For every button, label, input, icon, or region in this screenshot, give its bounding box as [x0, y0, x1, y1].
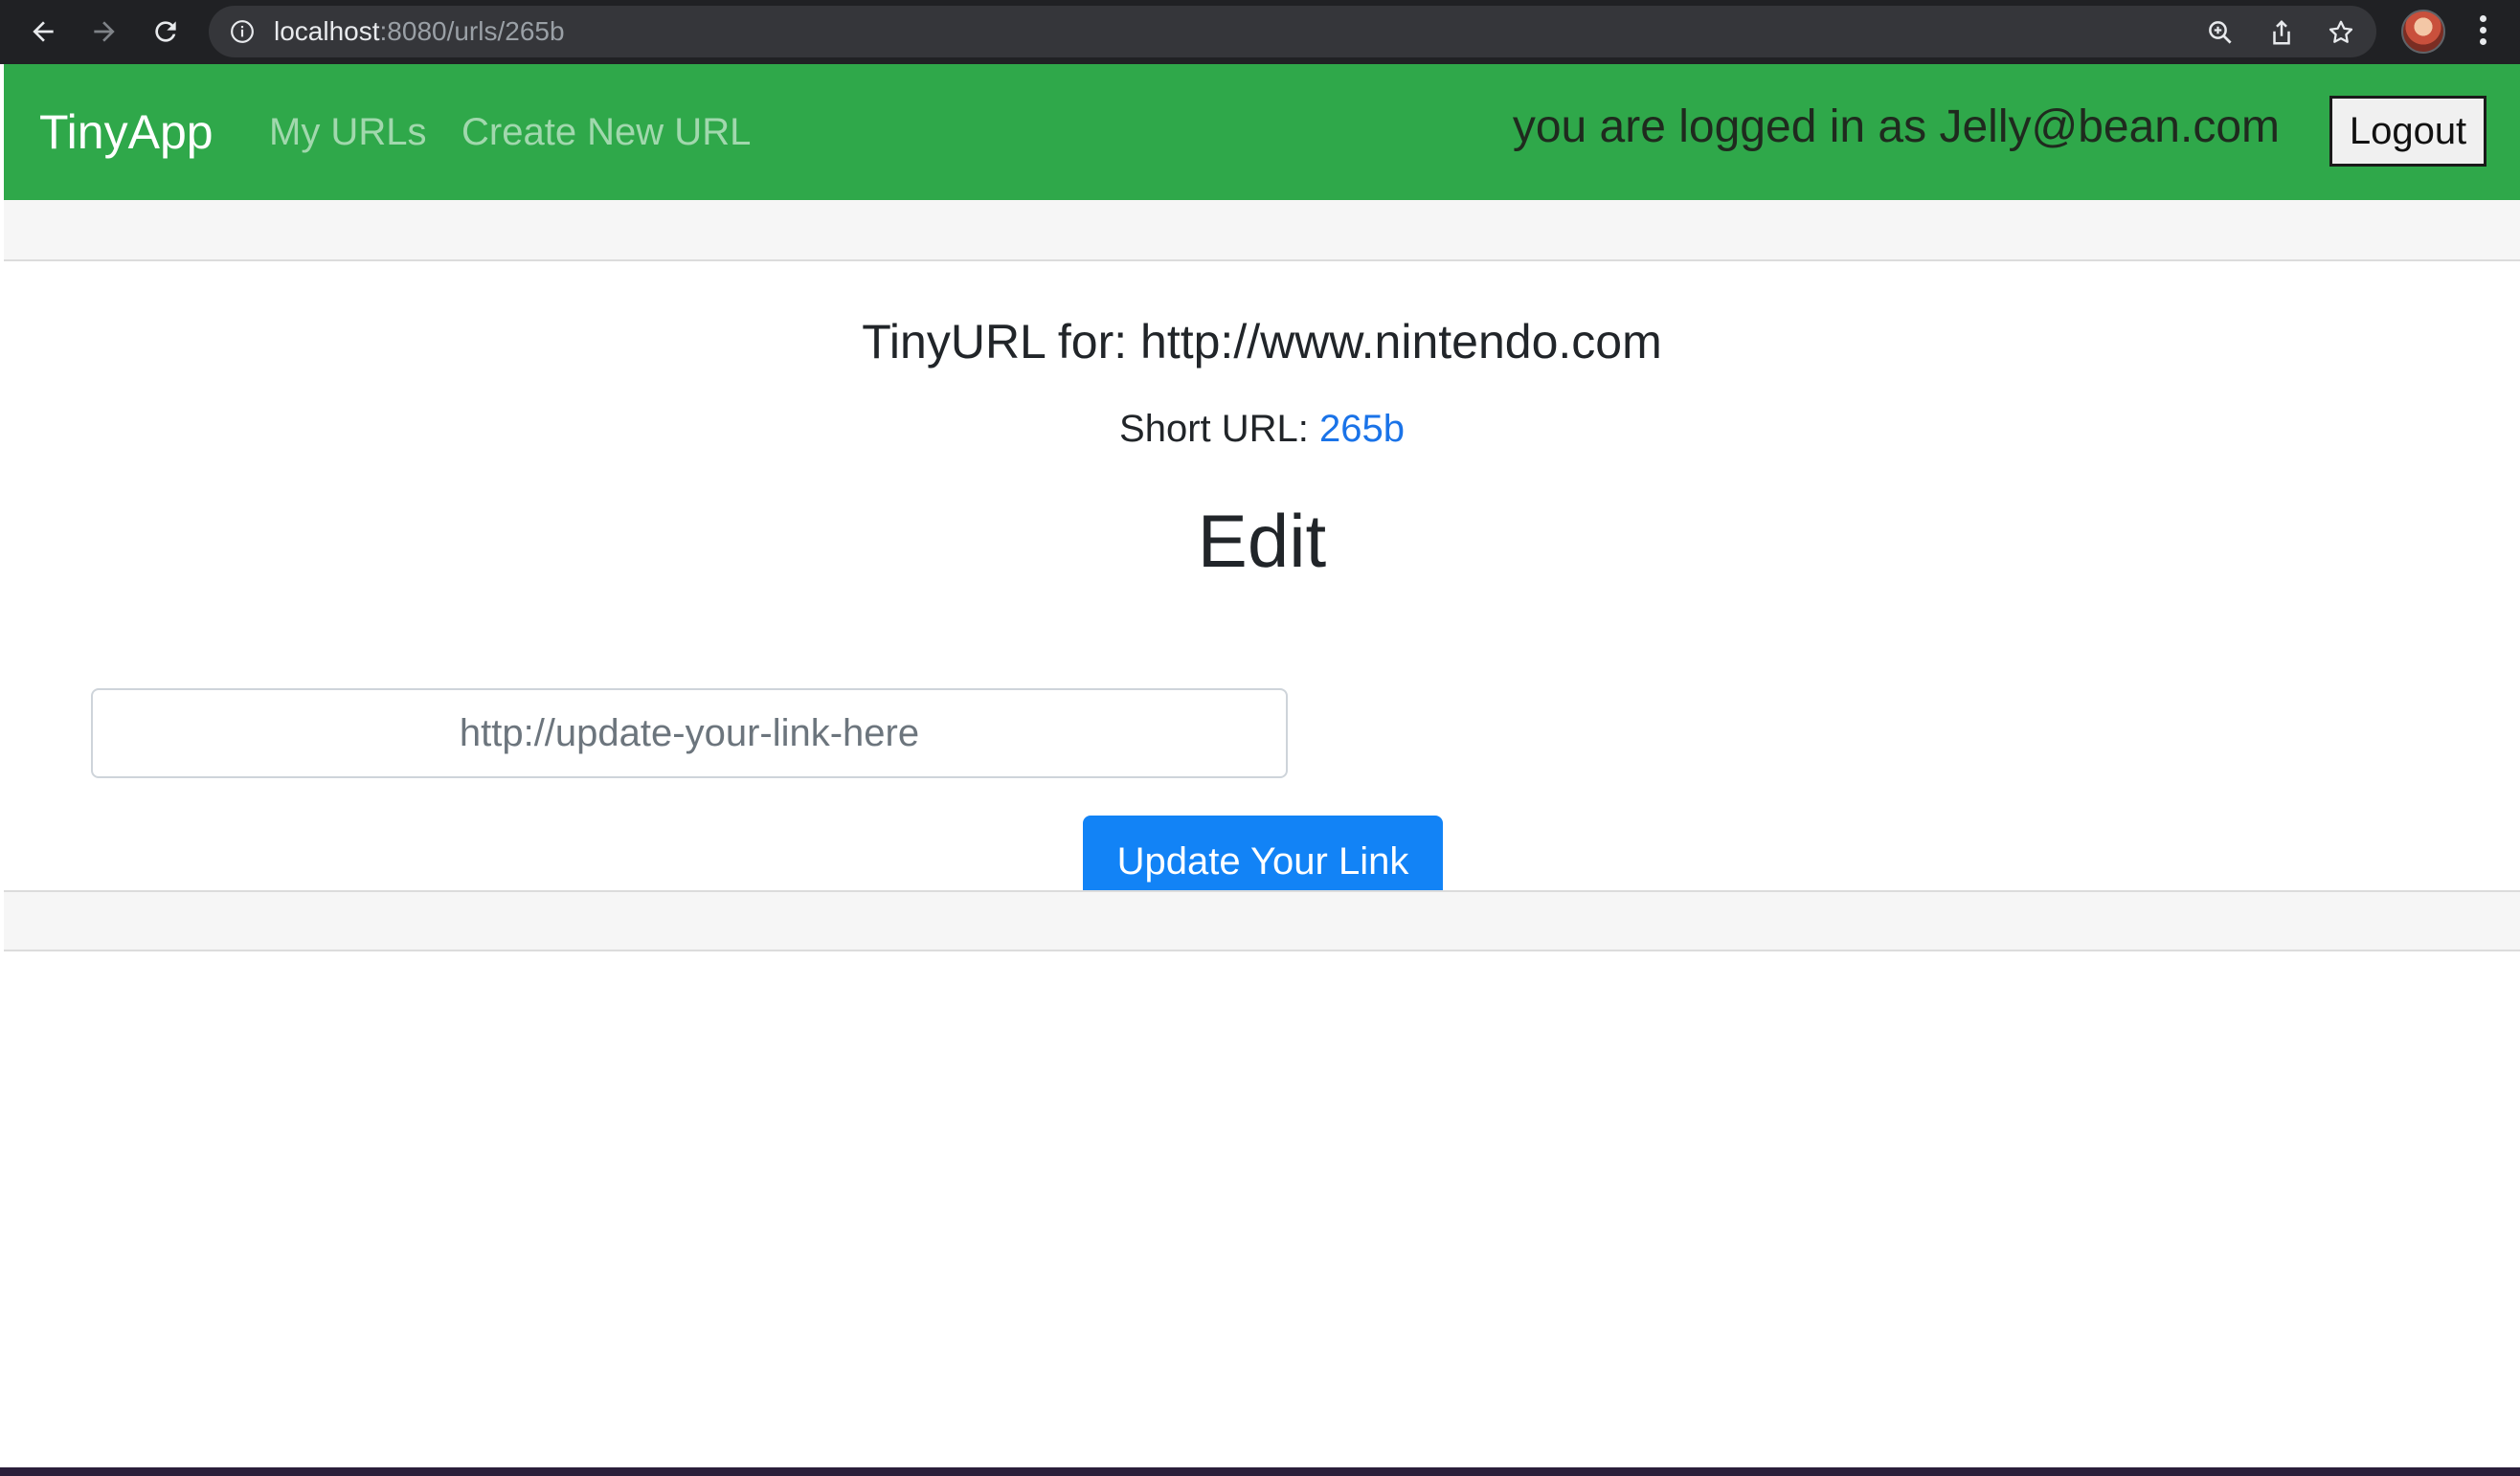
- page: TinyApp My URLs Create New URL you are l…: [4, 64, 2520, 1467]
- nav-my-urls[interactable]: My URLs: [269, 112, 426, 152]
- address-url: localhost:8080/urls/265b: [274, 18, 565, 45]
- profile-avatar[interactable]: [2401, 10, 2445, 54]
- edit-card: TinyURL for: http://www.nintendo.com Sho…: [4, 263, 2520, 907]
- short-url-line: Short URL: 265b: [4, 405, 2520, 453]
- reload-icon[interactable]: [146, 11, 186, 52]
- edit-heading: Edit: [1197, 499, 1327, 583]
- tinyurl-title: TinyURL for: http://www.nintendo.com: [862, 315, 1662, 369]
- header-band: [4, 200, 2520, 261]
- bookmark-star-icon[interactable]: [2327, 18, 2355, 47]
- site-info-icon[interactable]: [230, 19, 255, 44]
- brand-link[interactable]: TinyApp: [39, 108, 214, 156]
- footer-band: [4, 890, 2520, 951]
- navbar: TinyApp My URLs Create New URL you are l…: [4, 64, 2520, 200]
- nav-create-new-url[interactable]: Create New URL: [461, 112, 751, 152]
- menu-kebab-icon[interactable]: [2476, 15, 2489, 48]
- back-icon[interactable]: [23, 11, 63, 52]
- logged-in-status: you are logged in as Jelly@bean.com: [1512, 101, 2280, 152]
- browser-toolbar: localhost:8080/urls/265b: [0, 0, 2520, 64]
- short-url-link[interactable]: 265b: [1319, 408, 1405, 450]
- url-host: localhost: [274, 16, 380, 46]
- zoom-icon[interactable]: [2206, 18, 2235, 47]
- logout-button[interactable]: Logout: [2329, 96, 2486, 167]
- short-url-label: Short URL:: [1119, 408, 1319, 450]
- window-bottom-edge: [0, 1467, 2520, 1476]
- forward-icon[interactable]: [84, 11, 124, 52]
- address-bar[interactable]: localhost:8080/urls/265b: [209, 6, 2376, 57]
- long-url-input[interactable]: [91, 688, 1288, 778]
- url-path: :8080/urls/265b: [379, 16, 565, 46]
- share-icon[interactable]: [2267, 18, 2296, 47]
